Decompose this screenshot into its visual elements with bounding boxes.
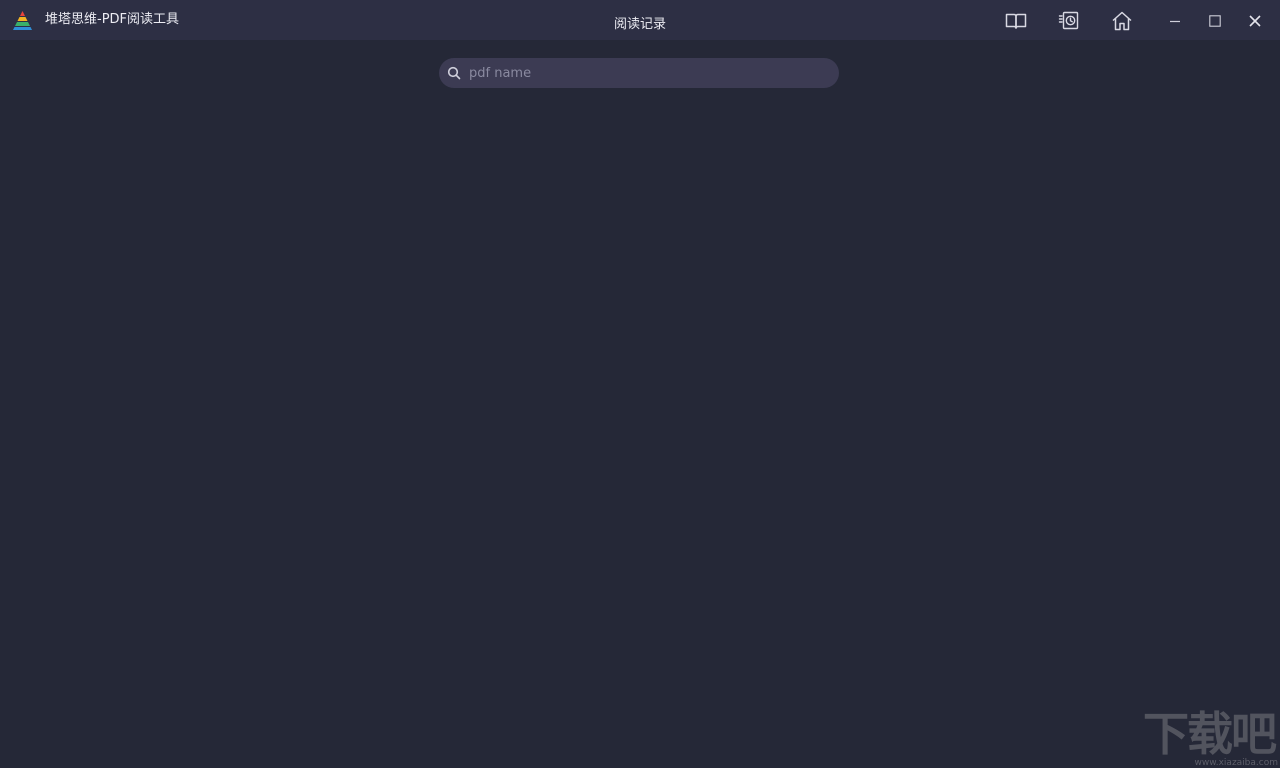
search-input[interactable] bbox=[469, 58, 829, 88]
history-icon bbox=[1058, 11, 1079, 30]
app-title: 堆塔思维-PDF阅读工具 bbox=[45, 12, 180, 27]
home-icon bbox=[1112, 11, 1132, 31]
history-button[interactable] bbox=[1056, 8, 1082, 34]
search-bar[interactable] bbox=[439, 58, 839, 88]
close-button[interactable] bbox=[1244, 10, 1266, 32]
home-button[interactable] bbox=[1109, 8, 1135, 34]
book-icon bbox=[1005, 13, 1027, 29]
search-icon bbox=[447, 66, 461, 80]
pyramid-logo-icon bbox=[13, 11, 32, 30]
maximize-icon bbox=[1209, 15, 1221, 27]
app-window: 堆塔思维-PDF阅读工具 阅读记录 pdf name 下载吧 www.xiaza… bbox=[0, 0, 1280, 768]
maximize-button[interactable] bbox=[1204, 10, 1226, 32]
watermark: 下载吧 www.xiazaiba.com bbox=[1143, 708, 1280, 768]
close-icon bbox=[1249, 15, 1261, 27]
title-bar: 堆塔思维-PDF阅读工具 阅读记录 bbox=[0, 0, 1280, 40]
minimize-icon bbox=[1170, 20, 1180, 23]
watermark-url: www.xiazaiba.com bbox=[1194, 758, 1278, 768]
watermark-logo-text: 下载吧 bbox=[1143, 707, 1277, 761]
minimize-button[interactable] bbox=[1164, 10, 1186, 32]
book-button[interactable] bbox=[1003, 8, 1029, 34]
page-title: 阅读记录 bbox=[613, 17, 666, 32]
